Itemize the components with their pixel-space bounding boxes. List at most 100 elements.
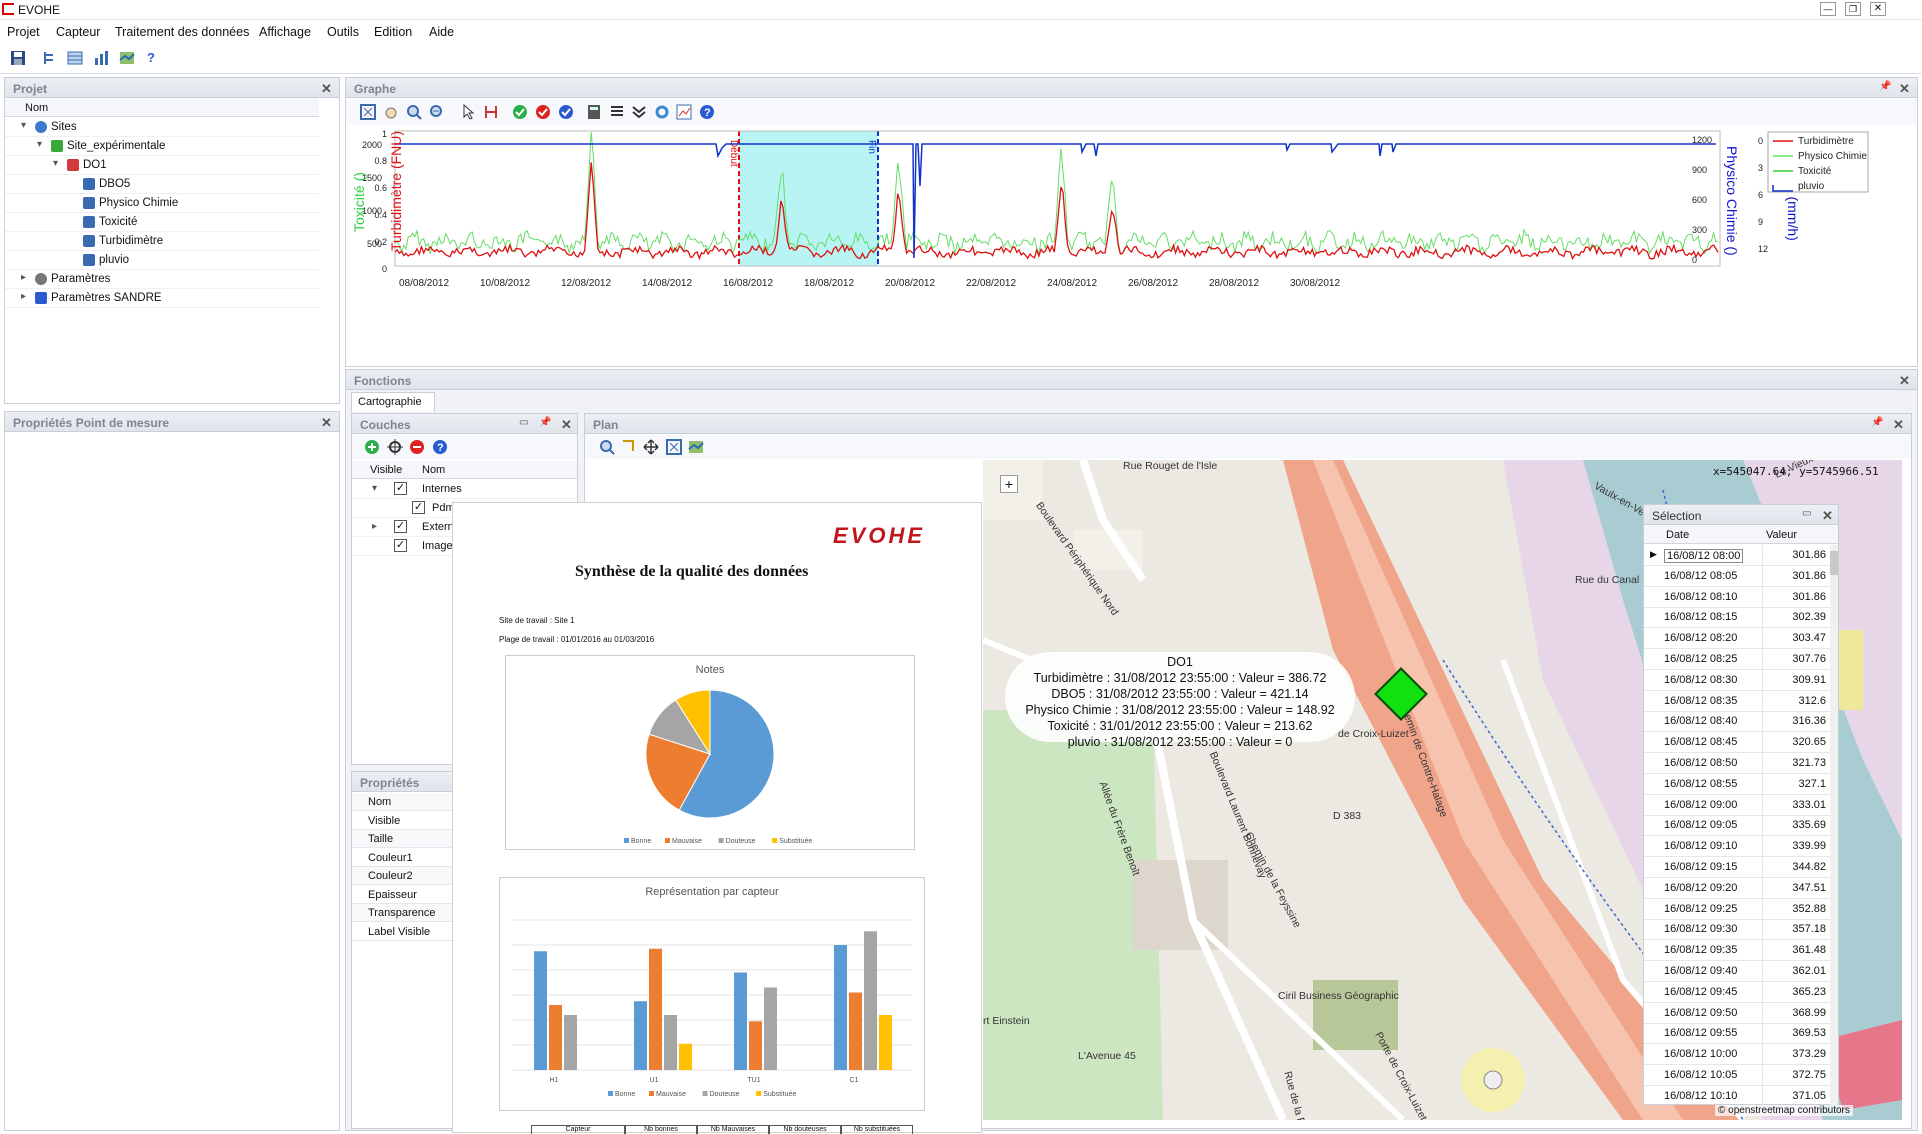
float-selection-icon[interactable]: ▭ xyxy=(1802,508,1811,519)
refresh-icon[interactable] xyxy=(654,104,670,120)
tree-item[interactable]: pluvio xyxy=(5,251,319,270)
selection-row[interactable]: 16/08/12 08:10 301.86 xyxy=(1644,586,1830,608)
selection-row[interactable]: 16/08/12 10:00 373.29 xyxy=(1644,1044,1830,1066)
map-extent-icon[interactable] xyxy=(666,439,682,455)
selection-row[interactable]: 16/08/12 09:40 362.01 xyxy=(1644,961,1830,982)
tree-item[interactable]: Physico Chimie xyxy=(5,194,319,213)
menu-capteur[interactable]: Capteur xyxy=(56,25,100,39)
pin-couches-icon[interactable]: 📌 xyxy=(539,417,551,428)
target-layer-icon[interactable] xyxy=(387,439,403,455)
map-zoom-icon[interactable] xyxy=(599,439,615,455)
tree-item[interactable]: ▾ DO1 xyxy=(5,156,319,175)
menu-affichage[interactable]: Affichage xyxy=(259,25,311,39)
chart-icon[interactable] xyxy=(93,50,111,68)
zoom-in-icon[interactable] xyxy=(406,104,422,120)
tree-item[interactable]: ▾ Sites xyxy=(5,118,319,137)
selection-scrollbar[interactable] xyxy=(1830,545,1838,1105)
time-series-chart[interactable]: Début Fin08/08/2012 10/08/2012 12/08/2012 14… xyxy=(346,126,1917,366)
selection-row[interactable]: ▶ 16/08/12 08:00 301.86 xyxy=(1644,545,1830,566)
close-window-button[interactable]: ✕ xyxy=(1870,2,1886,16)
close-graphe-button[interactable]: ✕ xyxy=(1899,81,1910,97)
layer-expand-icon[interactable]: ▾ xyxy=(372,483,377,494)
pan-hand-icon[interactable] xyxy=(383,104,399,120)
add-layer-icon[interactable] xyxy=(364,439,380,455)
selection-row[interactable]: 16/08/12 08:35 312.6 xyxy=(1644,690,1830,712)
menu-edition[interactable]: Edition xyxy=(374,25,412,39)
menu-aide[interactable]: Aide xyxy=(429,25,454,39)
selection-row[interactable]: 16/08/12 08:30 309.91 xyxy=(1644,669,1830,691)
selection-row[interactable]: 16/08/12 08:40 316.36 xyxy=(1644,711,1830,733)
layer-help-icon[interactable]: ? xyxy=(432,439,448,455)
close-couches-button[interactable]: ✕ xyxy=(561,417,572,433)
selection-row[interactable]: 16/08/12 08:20 303.47 xyxy=(1644,628,1830,650)
zoom-fit-icon[interactable] xyxy=(360,104,376,120)
selection-row[interactable]: 16/08/12 09:10 339.99 xyxy=(1644,836,1830,858)
float-couches-icon[interactable]: ▭ xyxy=(519,417,528,428)
layer-visible-checkbox[interactable]: ✓ xyxy=(394,520,407,533)
menu-traitement[interactable]: Traitement des données xyxy=(115,25,249,39)
layer-row[interactable]: ▾ ✓ Internes xyxy=(352,480,577,499)
menu-outils[interactable]: Outils xyxy=(327,25,359,39)
pin-plan-icon[interactable]: 📌 xyxy=(1871,417,1883,428)
selection-row[interactable]: 16/08/12 08:45 320.65 xyxy=(1644,732,1830,754)
calculator-icon[interactable] xyxy=(586,104,602,120)
map-zoom-plus-button[interactable]: + xyxy=(1000,475,1018,493)
selection-row[interactable]: 16/08/12 09:15 344.82 xyxy=(1644,857,1830,878)
selection-row[interactable]: 16/08/12 09:50 368.99 xyxy=(1644,1002,1830,1024)
tree-item[interactable]: Toxicité xyxy=(5,213,319,232)
range-select-icon[interactable] xyxy=(483,104,499,120)
table-icon[interactable] xyxy=(67,50,85,68)
validate-green-icon[interactable] xyxy=(512,104,528,120)
validate-red-icon[interactable] xyxy=(535,104,551,120)
select-cursor-icon[interactable] xyxy=(461,103,477,120)
expand-arrow-icon[interactable]: ▾ xyxy=(53,158,58,169)
zoom-out-icon[interactable] xyxy=(429,104,445,120)
selection-row[interactable]: 16/08/12 09:25 352.88 xyxy=(1644,898,1830,920)
selection-row[interactable]: 16/08/12 09:30 357.18 xyxy=(1644,919,1830,941)
close-plan-button[interactable]: ✕ xyxy=(1893,417,1904,433)
tree-item[interactable]: ▸ Paramètres xyxy=(5,270,319,289)
selection-row[interactable]: 16/08/12 08:50 321.73 xyxy=(1644,753,1830,774)
map-layers-icon[interactable] xyxy=(688,439,704,455)
tree-item[interactable]: Turbidimètre xyxy=(5,232,319,251)
save-icon[interactable] xyxy=(10,50,28,68)
close-fonctions-button[interactable]: ✕ xyxy=(1899,373,1910,389)
tree-item[interactable]: DBO5 xyxy=(5,175,319,194)
selection-row[interactable]: 16/08/12 09:00 333.01 xyxy=(1644,794,1830,816)
list-icon[interactable] xyxy=(609,104,625,120)
selection-row[interactable]: 16/08/12 08:05 301.86 xyxy=(1644,565,1830,587)
selection-row[interactable]: 16/08/12 08:55 327.1 xyxy=(1644,773,1830,795)
selection-row[interactable]: 16/08/12 09:45 365.23 xyxy=(1644,981,1830,1003)
tab-cartographie[interactable]: Cartographie xyxy=(351,392,435,412)
menu-projet[interactable]: Projet xyxy=(7,25,40,39)
close-selection-button[interactable]: ✕ xyxy=(1822,508,1833,524)
export-chart-icon[interactable] xyxy=(676,104,692,120)
map-icon[interactable] xyxy=(119,50,137,68)
selection-row[interactable]: 16/08/12 09:20 347.51 xyxy=(1644,877,1830,899)
help-icon[interactable]: ? xyxy=(147,50,165,68)
expand-arrow-icon[interactable]: ▸ xyxy=(21,291,26,302)
selection-row[interactable]: 16/08/12 10:05 372.75 xyxy=(1644,1065,1830,1086)
selection-row[interactable]: 16/08/12 09:55 369.53 xyxy=(1644,1023,1830,1045)
layer-visible-checkbox[interactable]: ✓ xyxy=(394,539,407,552)
validate-blue-icon[interactable] xyxy=(558,104,574,120)
selection-row[interactable]: 16/08/12 09:05 335.69 xyxy=(1644,815,1830,837)
graph-help-icon[interactable]: ? xyxy=(699,104,715,120)
tree-item[interactable]: ▾ Site_expérimentale xyxy=(5,137,319,156)
selection-row[interactable]: 16/08/12 08:25 307.76 xyxy=(1644,649,1830,670)
layer-visible-checkbox[interactable]: ✓ xyxy=(394,482,407,495)
selection-row[interactable]: 16/08/12 10:10 371.05 xyxy=(1644,1085,1830,1105)
layer-expand-icon[interactable]: ▸ xyxy=(372,521,377,532)
tree-item[interactable]: ▸ Paramètres SANDRE xyxy=(5,289,319,308)
map-select-icon[interactable] xyxy=(621,439,637,455)
expand-arrow-icon[interactable]: ▸ xyxy=(21,272,26,283)
close-point-props-button[interactable]: ✕ xyxy=(321,415,332,431)
map-pan-icon[interactable] xyxy=(643,439,659,455)
selection-row[interactable]: 16/08/12 08:15 302.39 xyxy=(1644,607,1830,629)
minimize-button[interactable]: — xyxy=(1820,2,1836,16)
layer-visible-checkbox[interactable]: ✓ xyxy=(412,501,425,514)
selection-row[interactable]: 16/08/12 09:35 361.48 xyxy=(1644,940,1830,962)
expand-down-icon[interactable] xyxy=(631,104,647,120)
tree-icon[interactable] xyxy=(42,50,60,68)
close-projet-button[interactable]: ✕ xyxy=(321,81,332,97)
